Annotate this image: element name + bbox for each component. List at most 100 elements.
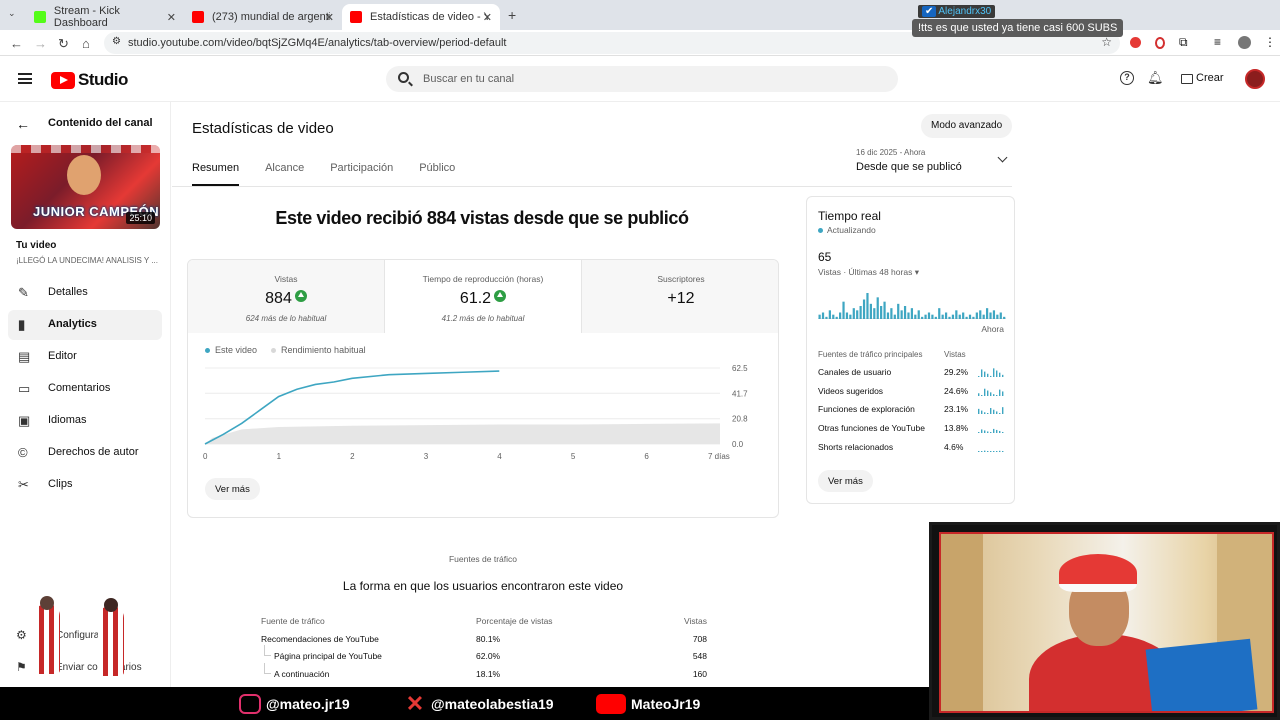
browser-tab-youtube[interactable]: (273) mundial de argentina 202 ✕: [184, 4, 342, 30]
back-arrow-icon[interactable]: ←: [10, 36, 23, 51]
advanced-mode-button[interactable]: Modo avanzado: [921, 114, 1013, 138]
header-source: Fuente de tráfico: [261, 616, 325, 626]
home-icon[interactable]: ⌂: [82, 36, 90, 51]
sidebar-item-comentarios[interactable]: ▭ Comentarios: [8, 374, 162, 404]
close-tab-icon[interactable]: ✕: [483, 11, 492, 24]
realtime-bar: [914, 314, 917, 319]
views-header: Vistas: [944, 350, 966, 359]
player-figure: [34, 604, 60, 674]
realtime-bar: [903, 306, 907, 319]
sidebar-item-analytics[interactable]: ▮ Analytics: [8, 310, 162, 340]
subtitles-icon: ▣: [18, 413, 31, 428]
new-tab-button[interactable]: +: [508, 7, 516, 23]
extension-icon[interactable]: [1130, 37, 1141, 48]
x-tick-label: 1: [277, 452, 282, 461]
tab-resumen[interactable]: Resumen: [192, 162, 240, 186]
tab-participacion[interactable]: Participación: [330, 162, 393, 186]
sidebar-item-clips[interactable]: ✂ Clips: [8, 470, 162, 500]
close-tab-icon[interactable]: ✕: [167, 11, 176, 24]
realtime-bar: [992, 310, 996, 319]
sidebar-item-detalles[interactable]: ✎ Detalles: [8, 278, 162, 308]
sparkline-bar: [978, 392, 980, 396]
metric-views[interactable]: Vistas 884 624 más de lo habitual: [188, 260, 385, 333]
source-row[interactable]: Funciones de exploración 23.1%: [818, 404, 1006, 418]
channel-avatar[interactable]: [1245, 69, 1265, 89]
period-dates: 16 dic 2025 - Ahora: [856, 148, 926, 157]
realtime-now-label: Ahora: [981, 324, 1004, 334]
sparkline-bar: [987, 431, 989, 434]
help-icon[interactable]: ?: [1120, 71, 1134, 85]
tabs-divider: [172, 186, 1012, 187]
comment-icon: ▭: [18, 381, 31, 396]
sidebar-item-label: Editor: [48, 350, 77, 362]
realtime-bar: [965, 316, 968, 319]
sidebar-item-idiomas[interactable]: ▣ Idiomas: [8, 406, 162, 436]
x-tick-label: 3: [424, 452, 429, 461]
see-more-button[interactable]: Ver más: [818, 470, 873, 492]
row-source: Página principal de YouTube: [264, 645, 382, 661]
sidebar-item-editor[interactable]: ▤ Editor: [8, 342, 162, 372]
hamburger-menu-icon[interactable]: [18, 73, 32, 84]
sparkline-bar: [1002, 432, 1004, 434]
youtube-studio-icon: [350, 11, 362, 23]
sparkline-bar: [993, 368, 995, 377]
tab-alcance[interactable]: Alcance: [265, 162, 304, 186]
realtime-bar: [886, 312, 890, 319]
thumbnail-duration: 25:10: [126, 212, 155, 224]
period-selector[interactable]: 16 dic 2025 - Ahora Desde que se publicó: [856, 148, 1008, 173]
video-thumbnail[interactable]: JUNIOR CAMPEÓN 25:10: [11, 145, 160, 229]
metric-watchtime[interactable]: Tiempo de reproducción (horas) 61.2 41.2…: [385, 260, 582, 333]
chart-icon: ▮: [18, 317, 26, 332]
table-row[interactable]: Recomendaciones de YouTube 80.1% 708: [261, 634, 707, 652]
studio-logo[interactable]: Studio: [51, 70, 128, 90]
channel-search-input[interactable]: Buscar en tu canal: [386, 66, 898, 92]
source-row[interactable]: Otras funciones de YouTube 13.8%: [818, 423, 1006, 437]
create-button[interactable]: Crear: [1178, 68, 1228, 90]
source-row[interactable]: Shorts relacionados 4.6%: [818, 442, 1006, 456]
metric-subscribers[interactable]: Suscriptores +12: [582, 260, 778, 333]
reload-icon[interactable]: ↻: [58, 36, 69, 52]
sidebar-item-label: Idiomas: [48, 414, 87, 426]
realtime-period-dropdown[interactable]: Vistas · Últimas 48 horas ▾: [818, 267, 919, 278]
notifications-bell-icon[interactable]: 🔔︎: [1147, 70, 1164, 86]
realtime-bar: [989, 312, 992, 319]
chevron-down-icon: ▾: [914, 267, 919, 277]
source-row[interactable]: Videos sugeridos 24.6%: [818, 386, 1006, 400]
tab-search-chevron-icon[interactable]: ⌄: [8, 8, 16, 19]
browser-tab-kick[interactable]: Stream - Kick Dashboard ✕: [26, 4, 184, 30]
sparkline-bar: [978, 376, 980, 377]
your-video-label: Tu video: [16, 240, 57, 251]
realtime-bar: [852, 308, 855, 319]
webcam-curtain-left: [941, 534, 983, 711]
opera-icon[interactable]: [1155, 37, 1165, 49]
source-row[interactable]: Canales de usuario 29.2%: [818, 367, 1006, 381]
social-handle: @mateo.jr19: [266, 696, 350, 712]
sidebar-item-label: Derechos de autor: [48, 446, 139, 458]
metric-value: 884: [265, 290, 292, 307]
sidebar-item-derechos[interactable]: © Derechos de autor: [8, 438, 162, 468]
player-figure: [98, 606, 124, 676]
traffic-section-label: Fuentes de tráfico: [448, 554, 518, 564]
table-row[interactable]: A continuación 18.1% 160: [261, 662, 707, 687]
browser-tab-studio[interactable]: Estadísticas de video - YouTube ✕: [342, 4, 500, 30]
back-to-content-link[interactable]: Contenido del canal: [48, 117, 153, 129]
close-tab-icon[interactable]: ✕: [325, 11, 334, 24]
site-info-icon[interactable]: ⚙: [112, 36, 121, 47]
traffic-table: Fuente de tráfico Porcentaje de vistas V…: [261, 616, 707, 686]
back-arrow-icon[interactable]: ←: [16, 116, 30, 132]
tab-publico[interactable]: Público: [419, 162, 455, 186]
source-label: Otras funciones de YouTube: [818, 423, 925, 434]
sparkline-bar: [990, 432, 992, 434]
webcam-frame: [939, 532, 1274, 713]
sparkline-bar: [984, 430, 986, 434]
sparkline-bar: [996, 394, 998, 396]
legend-item-this-video: Este video: [205, 345, 257, 355]
source-label: Videos sugeridos: [818, 385, 884, 396]
sparkline-bar: [993, 450, 995, 452]
table-row[interactable]: Página principal de YouTube 62.0% 548: [261, 645, 707, 669]
forward-arrow-icon[interactable]: →: [34, 36, 47, 51]
source-sparkline: [978, 388, 1004, 396]
sparkline-bar: [981, 394, 983, 396]
copyright-icon: ©: [18, 445, 28, 460]
see-more-button[interactable]: Ver más: [205, 478, 260, 500]
